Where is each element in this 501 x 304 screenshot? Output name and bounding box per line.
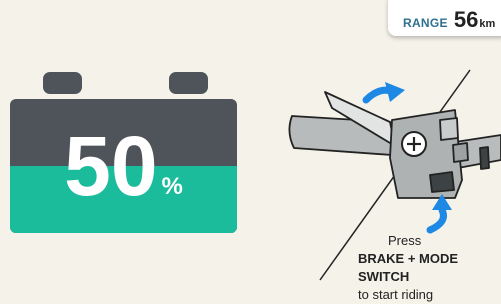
battery-terminal-right xyxy=(169,72,208,94)
range-value: 56 xyxy=(453,7,479,32)
instruction-line-1: Press xyxy=(388,233,422,248)
range-unit: km xyxy=(479,18,496,30)
range-label: RANGE xyxy=(403,16,448,30)
battery-percent-symbol: % xyxy=(161,173,183,200)
range-display: RANGE 56 km xyxy=(388,0,501,36)
brake-arrow-icon xyxy=(362,82,405,104)
mode-switch xyxy=(429,171,455,193)
battery-body: 50 % xyxy=(10,99,237,233)
housing-button-side xyxy=(452,142,469,163)
housing-button-small xyxy=(479,146,490,170)
instruction-line-2: BRAKE + MODE SWITCH xyxy=(358,251,459,284)
start-instructions: Press BRAKE + MODE SWITCH to start ridin… xyxy=(358,232,501,304)
mode-switch-arrow-icon xyxy=(426,194,452,234)
battery-percent-value: 50 xyxy=(64,119,158,213)
battery-terminal-left xyxy=(43,72,82,94)
plus-icon xyxy=(401,131,427,157)
housing-button-top xyxy=(439,117,459,141)
instruction-line-3: to start riding xyxy=(358,287,434,302)
battery-indicator: 50 % xyxy=(10,72,237,234)
battery-percent: 50 % xyxy=(10,99,237,233)
